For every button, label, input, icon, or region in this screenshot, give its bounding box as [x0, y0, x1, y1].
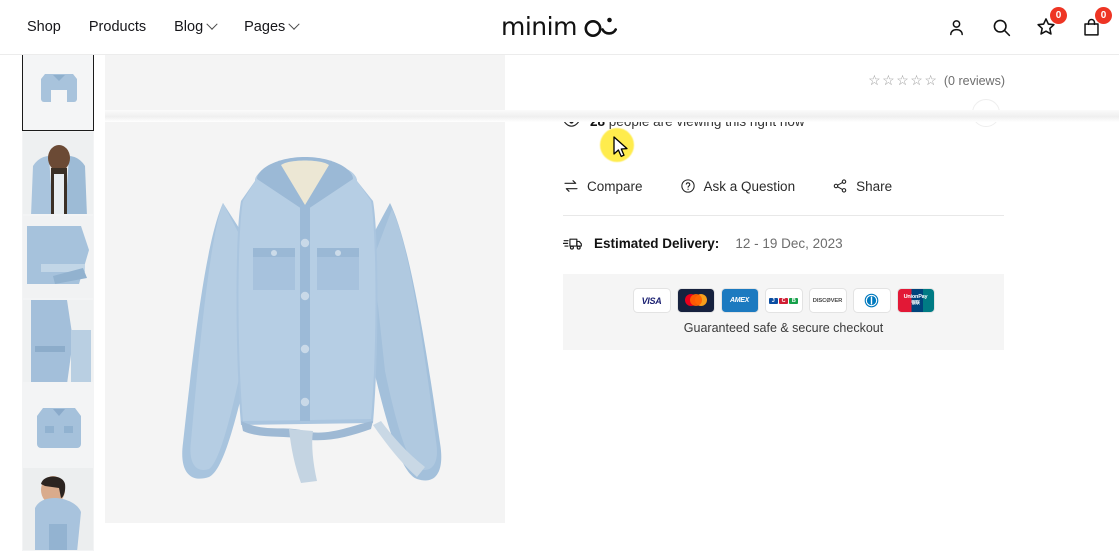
gallery-thumbnail-5[interactable]: [22, 383, 94, 467]
discover-label: DISCØVER: [812, 297, 843, 304]
product-page: ☆ ☆ ☆ ☆ ☆ (0 reviews) 28 people are view…: [0, 47, 1119, 551]
ask-question-button[interactable]: Ask a Question: [680, 178, 796, 194]
nav-item-shop[interactable]: Shop: [13, 11, 75, 43]
product-main-image[interactable]: [105, 53, 505, 523]
diners-club-icon: [864, 293, 879, 308]
thumbnail-image: [23, 132, 93, 214]
nav-item-pages[interactable]: Pages: [230, 11, 312, 43]
amex-label: AMEX: [729, 297, 750, 304]
product-image-denim-jacket: [105, 53, 505, 523]
nav-item-label: Shop: [27, 19, 61, 35]
share-button[interactable]: Share: [832, 178, 892, 194]
thumbnail-image: [23, 468, 93, 550]
estimated-delivery-date: 12 - 19 Dec, 2023: [735, 235, 843, 251]
thumbnail-image: [23, 48, 93, 130]
gallery-thumbnail-1[interactable]: [22, 47, 94, 131]
payment-badge-jcb: J C B: [765, 289, 802, 312]
thumbnail-image: [23, 300, 93, 382]
site-logo[interactable]: minim: [501, 10, 619, 44]
payment-badge-amex: AMEX: [721, 289, 758, 312]
reviews-count-label[interactable]: (0 reviews): [944, 74, 1005, 88]
nav-item-products[interactable]: Products: [75, 11, 160, 43]
section-divider: [563, 215, 1004, 216]
site-header: Shop Products Blog Pages minim 0 0: [0, 0, 1119, 55]
gallery-thumbnail-3[interactable]: [22, 215, 94, 299]
gallery-thumbnail-6[interactable]: [22, 467, 94, 551]
delivery-truck-icon: [563, 238, 582, 250]
main-navigation: Shop Products Blog Pages: [13, 11, 312, 43]
payment-badge-visa: VISA: [633, 289, 670, 312]
star-icon: ☆: [868, 72, 881, 88]
nav-item-label: Pages: [244, 19, 286, 35]
wishlist-star-icon[interactable]: 0: [1034, 7, 1067, 39]
svg-text:minim: minim: [501, 12, 577, 41]
visa-label: VISA: [641, 295, 662, 306]
payment-badge-diners-club: [853, 289, 890, 312]
chevron-down-icon: [288, 18, 300, 30]
secure-checkout-box: VISA AMEX J C B DISCØVER UnionPay 银联 Gua…: [563, 274, 1004, 350]
question-circle-icon: [680, 179, 695, 193]
star-icon: ☆: [910, 72, 923, 88]
compare-label: Compare: [587, 178, 643, 194]
product-rating: ☆ ☆ ☆ ☆ ☆ (0 reviews): [868, 72, 1005, 89]
secure-checkout-text: Guaranteed safe & secure checkout: [683, 321, 884, 335]
star-rating-icons[interactable]: ☆ ☆ ☆ ☆ ☆: [868, 72, 937, 89]
live-viewers-text: people are viewing this right now: [608, 114, 805, 129]
chevron-down-icon: [206, 18, 218, 30]
partial-decorative-circle: [972, 99, 1000, 127]
product-action-row: Compare Ask a Question Share: [563, 178, 929, 194]
payment-badge-unionpay: UnionPay 银联: [897, 289, 934, 312]
gallery-thumbnail-4[interactable]: [22, 299, 94, 383]
cart-bag-icon[interactable]: 0: [1079, 7, 1112, 39]
minimog-logo-icon: minim: [501, 12, 617, 41]
wishlist-count-badge: 0: [1050, 7, 1067, 24]
unionpay-sub: 银联: [911, 300, 920, 306]
nav-item-label: Products: [88, 19, 147, 35]
payment-method-list: VISA AMEX J C B DISCØVER UnionPay 银联: [633, 289, 934, 312]
compare-button[interactable]: Compare: [563, 178, 643, 194]
live-viewers-count: 28: [590, 114, 606, 129]
estimated-delivery-label: Estimated Delivery:: [594, 235, 720, 251]
nav-item-label: Blog: [174, 19, 204, 35]
nav-item-blog[interactable]: Blog: [160, 11, 230, 43]
payment-badge-discover: DISCØVER: [809, 289, 846, 312]
cart-count-badge: 0: [1095, 7, 1112, 24]
ask-question-label: Ask a Question: [703, 178, 796, 194]
star-icon: ☆: [896, 72, 909, 88]
search-icon[interactable]: [989, 15, 1013, 39]
header-icon-group: 0 0: [944, 7, 1112, 39]
star-icon: ☆: [882, 72, 895, 88]
thumbnail-image: [23, 384, 93, 466]
compare-arrows-icon: [564, 180, 578, 192]
thumbnail-image: [23, 216, 93, 298]
estimated-delivery-row: Estimated Delivery: 12 - 19 Dec, 2023: [563, 234, 843, 252]
payment-badge-mastercard: [677, 289, 714, 312]
star-icon: ☆: [924, 72, 937, 88]
share-label: Share: [856, 178, 893, 194]
eye-icon: [563, 116, 580, 127]
share-nodes-icon: [833, 179, 847, 193]
live-viewers-row: 28 people are viewing this right now: [563, 113, 805, 130]
gallery-thumbnail-2[interactable]: [22, 131, 94, 215]
gallery-thumbnail-rail[interactable]: [22, 47, 94, 551]
account-icon[interactable]: [944, 15, 968, 39]
